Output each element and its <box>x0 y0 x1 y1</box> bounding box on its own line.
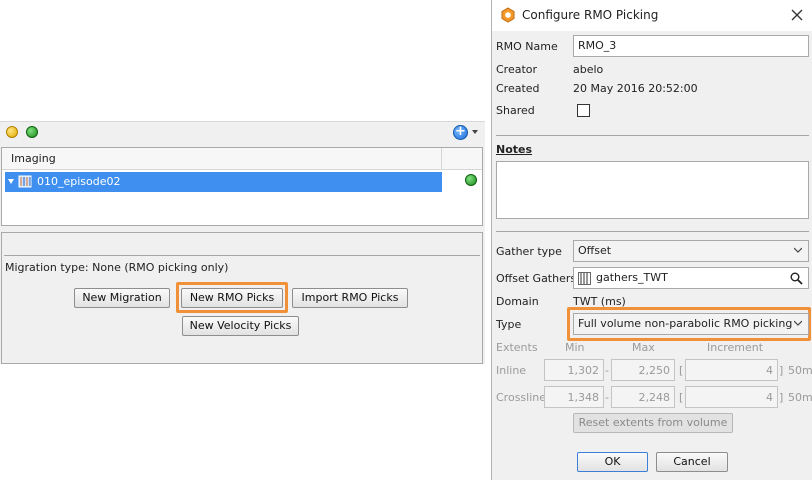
crossline-min-input[interactable]: 1,348 <box>544 386 604 408</box>
ok-button[interactable]: OK <box>577 452 648 472</box>
inline-label: Inline <box>496 364 527 377</box>
bracket-open: [ <box>679 364 684 377</box>
close-icon[interactable] <box>790 8 804 22</box>
actions-box: Migration type: None (RMO picking only) … <box>1 232 483 364</box>
crossline-spacing: 50m <box>788 391 812 404</box>
notes-textarea[interactable] <box>496 161 809 219</box>
reset-extents-button[interactable]: Reset extents from volume <box>573 413 733 433</box>
yellow-status-icon[interactable] <box>6 126 18 138</box>
gather-type-value: Offset <box>578 244 612 257</box>
migration-type-text: Migration type: None (RMO picking only) <box>5 261 229 274</box>
imaging-tree[interactable]: Imaging 010_episode02 <box>1 147 483 226</box>
max-header: Max <box>632 341 655 354</box>
shared-checkbox[interactable] <box>577 104 590 117</box>
notes-label: Notes <box>496 143 533 156</box>
inline-max-input[interactable]: 2,250 <box>611 359 675 381</box>
increment-header: Increment <box>707 341 764 354</box>
divider <box>4 255 480 256</box>
app-hexagon-icon <box>500 7 516 23</box>
rmo-name-input[interactable]: RMO_3 <box>573 35 809 57</box>
min-header: Min <box>565 341 585 354</box>
bracket-close: ] <box>779 364 784 377</box>
type-label: Type <box>496 318 522 331</box>
type-value: Full volume non-parabolic RMO picking <box>578 317 793 330</box>
expand-arrow-icon[interactable] <box>8 179 14 184</box>
item-status-icon <box>465 174 477 186</box>
new-velocity-picks-button[interactable]: New Velocity Picks <box>182 316 299 336</box>
offset-gathers-label: Offset Gathers <box>496 272 577 285</box>
new-rmo-picks-button[interactable]: New RMO Picks <box>181 288 283 308</box>
inline-min-input[interactable]: 1,302 <box>544 359 604 381</box>
rmo-name-label: RMO Name <box>496 40 558 53</box>
bracket-close: ] <box>779 391 784 404</box>
range-dash: - <box>605 391 609 404</box>
gathers-icon <box>578 272 591 285</box>
dropdown-arrow-icon[interactable] <box>472 130 478 134</box>
dialog-titlebar: Configure RMO Picking <box>492 0 812 31</box>
separator <box>496 135 809 136</box>
created-label: Created <box>496 82 540 95</box>
crossline-label: Crossline <box>496 391 547 404</box>
cancel-button[interactable]: Cancel <box>656 452 728 472</box>
import-rmo-picks-button[interactable]: Import RMO Picks <box>292 288 408 308</box>
extents-label: Extents <box>496 341 538 354</box>
creator-value: abelo <box>573 63 604 76</box>
creator-label: Creator <box>496 63 538 76</box>
crossline-max-input[interactable]: 2,248 <box>611 386 675 408</box>
gather-type-label: Gather type <box>496 245 562 258</box>
dialog-title: Configure RMO Picking <box>522 8 659 22</box>
new-migration-button[interactable]: New Migration <box>74 288 170 308</box>
bracket-open: [ <box>679 391 684 404</box>
gather-type-select[interactable]: Offset <box>573 240 809 262</box>
domain-label: Domain <box>496 295 539 308</box>
configure-rmo-dialog: Configure RMO Picking RMO Name RMO_3 Cre… <box>491 0 812 480</box>
seismic-volume-icon <box>18 174 33 189</box>
tree-header: Imaging <box>2 148 482 170</box>
tree-item-selected[interactable]: 010_episode02 <box>5 172 442 192</box>
add-icon[interactable]: + <box>453 125 468 140</box>
range-dash: - <box>605 364 609 377</box>
tree-item-label: 010_episode02 <box>37 175 121 188</box>
offset-gathers-value: gathers_TWT <box>596 271 668 284</box>
inline-increment-input[interactable]: 4 <box>685 359 778 381</box>
chevron-down-icon <box>794 247 802 253</box>
chevron-down-icon <box>794 320 802 326</box>
inline-spacing: 50m <box>788 364 812 377</box>
separator <box>496 231 809 232</box>
type-select[interactable]: Full volume non-parabolic RMO picking <box>573 313 809 335</box>
offset-gathers-input[interactable]: gathers_TWT <box>573 267 809 289</box>
imaging-panel: + Imaging 010_episode02 Migration type: … <box>0 121 485 364</box>
tree-header-label: Imaging <box>2 148 442 169</box>
shared-label: Shared <box>496 104 535 117</box>
green-status-icon[interactable] <box>26 126 38 138</box>
search-icon[interactable] <box>790 272 803 285</box>
created-value: 20 May 2016 20:52:00 <box>573 82 698 95</box>
crossline-increment-input[interactable]: 4 <box>685 386 778 408</box>
